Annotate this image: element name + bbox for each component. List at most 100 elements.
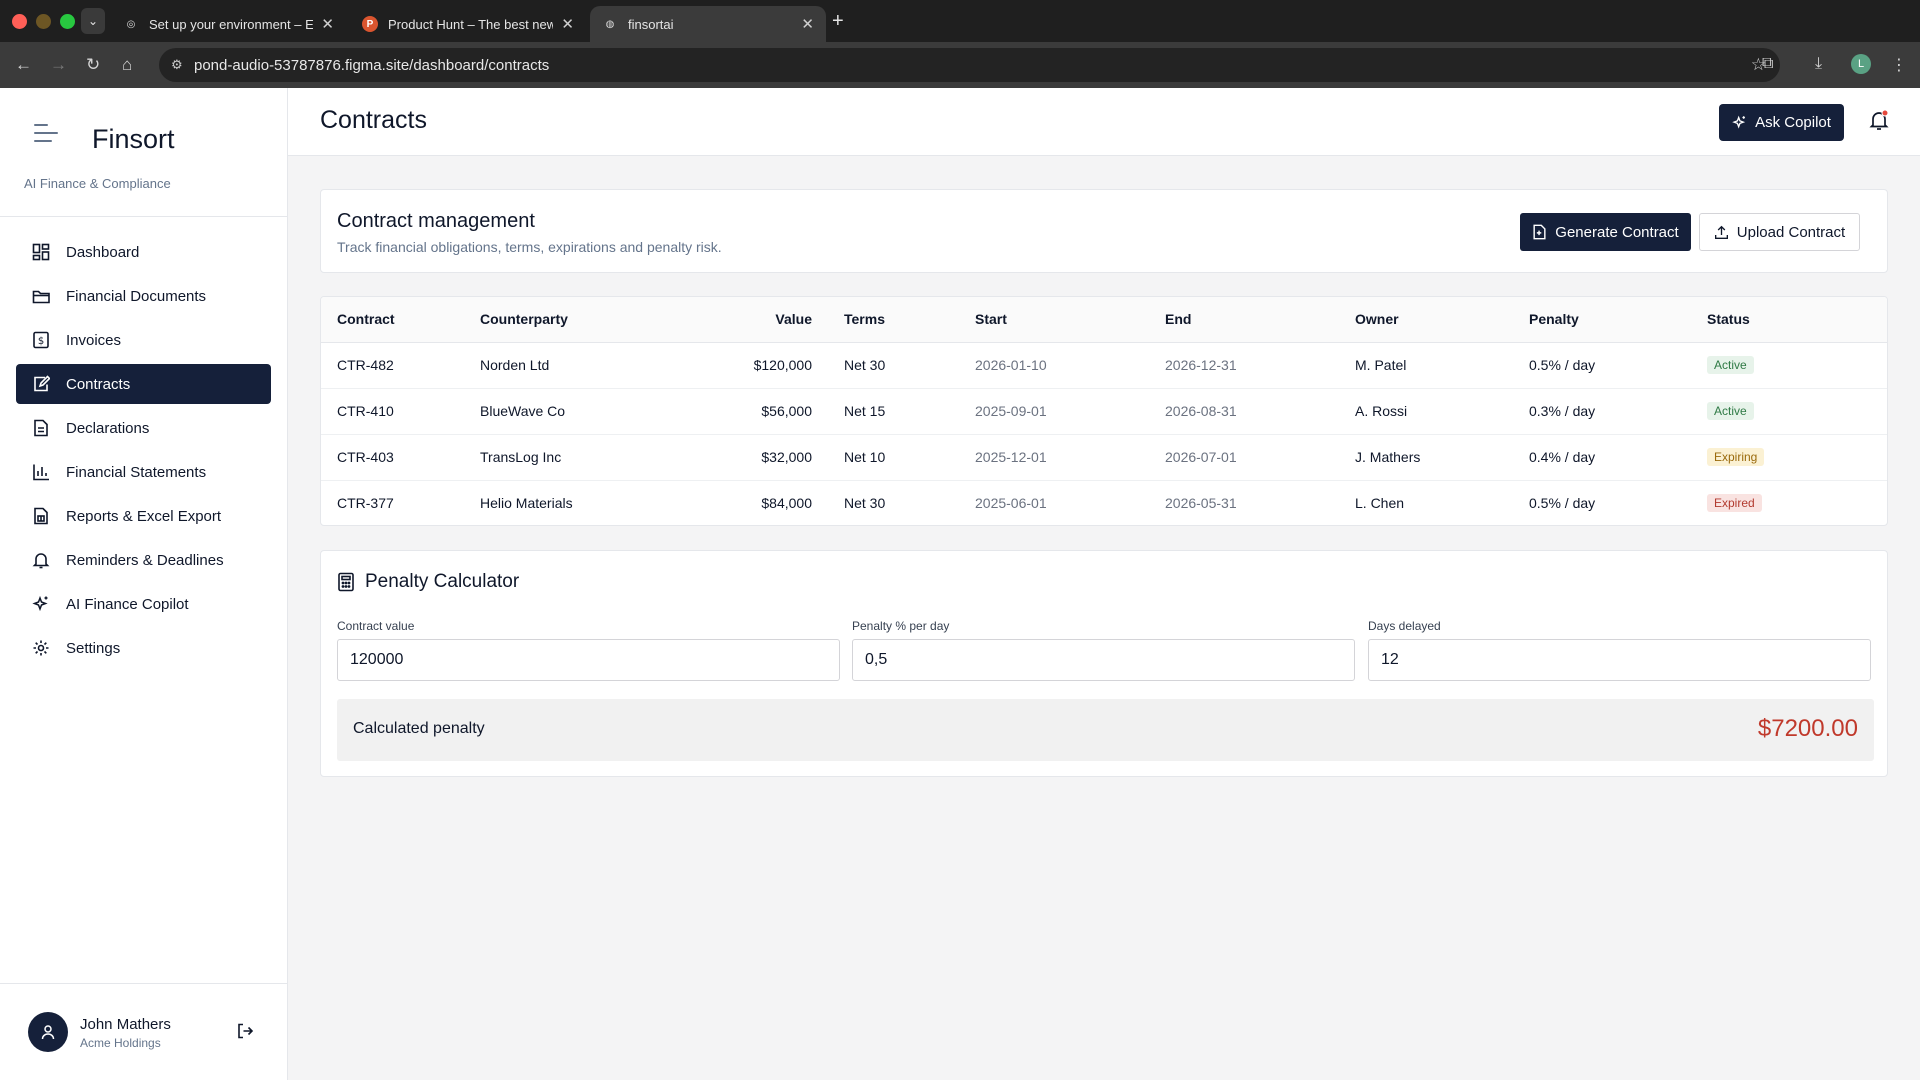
table-row[interactable]: CTR-482 Norden Ltd $120,000 Net 30 2026-… [321, 342, 1887, 389]
cell-owner: A. Rossi [1355, 388, 1529, 435]
extensions-icon[interactable]: ⧉ [1762, 55, 1773, 73]
status-badge: Expired [1707, 494, 1762, 513]
cell-owner: L. Chen [1355, 495, 1405, 512]
notification-bell-icon[interactable] [1868, 109, 1892, 133]
site-settings-icon[interactable]: ⚙ [171, 57, 183, 73]
minimize-window-button[interactable] [36, 14, 51, 29]
column-header-owner[interactable]: Owner [1355, 297, 1529, 343]
url-text: pond-audio-53787876.figma.site/dashboard… [194, 56, 550, 74]
sidebar-item-financial-documents[interactable]: Financial Documents [16, 276, 271, 316]
contract-value-input[interactable]: 120000 [337, 639, 840, 681]
sidebar-item-label: Settings [66, 639, 121, 657]
contracts-table: Contract Counterparty Value Terms Start … [321, 297, 1887, 525]
sidebar-item-reports[interactable]: Reports & Excel Export [16, 496, 271, 536]
document-icon [30, 417, 52, 439]
forward-arrow-icon[interactable]: → [50, 55, 67, 75]
ask-copilot-button[interactable]: Ask Copilot [1719, 104, 1844, 141]
cell-contract: CTR-410 [321, 388, 480, 435]
new-tab-icon[interactable]: + [832, 10, 844, 33]
days-delayed-input[interactable]: 12 [1368, 639, 1871, 681]
column-header-value[interactable]: Value [670, 297, 844, 343]
cell-counterparty: BlueWave Co [480, 388, 670, 435]
cell-end: 2026-12-31 [1165, 342, 1355, 389]
calculated-penalty-value: $7200.00 [1757, 715, 1858, 742]
contract-management-card: Contract management Track financial obli… [320, 189, 1888, 273]
download-icon[interactable]: ⤓ [1815, 55, 1822, 73]
browser-tab-3[interactable]: ◍ finsortai ✕ [590, 6, 826, 42]
status-badge: Expiring [1707, 448, 1765, 466]
cell-value: $56,000 [670, 388, 844, 435]
home-icon[interactable]: ⌂ [122, 55, 132, 75]
user-avatar[interactable] [28, 1012, 68, 1052]
user-org: Acme Holdings [80, 1036, 161, 1050]
calculator-title: Penalty Calculator [365, 571, 520, 592]
browser-tab-2[interactable]: P Product Hunt – The best new ✕ [350, 6, 586, 42]
sidebar-item-contracts[interactable]: Contracts [16, 364, 271, 404]
sidebar-item-declarations[interactable]: Declarations [16, 408, 271, 448]
cell-counterparty: Helio Materials [480, 495, 573, 512]
column-header-start[interactable]: Start [975, 297, 1165, 343]
status-badge: Active [1707, 402, 1754, 420]
table-row[interactable]: CTR-410 BlueWave Co $56,000 Net 15 2025-… [321, 388, 1887, 435]
profile-avatar[interactable]: L [1851, 54, 1871, 74]
cell-start: 2025-12-01 [975, 434, 1165, 481]
column-header-status[interactable]: Status [1707, 297, 1887, 343]
sparkles-icon [1732, 115, 1746, 129]
sidebar-item-label: AI Finance Copilot [66, 595, 189, 613]
sidebar-item-label: Dashboard [66, 243, 140, 261]
browser-tab-1[interactable]: ◎ Set up your environment – Ex ✕ [111, 6, 346, 42]
cell-owner: J. Mathers [1355, 434, 1529, 481]
column-header-penalty[interactable]: Penalty [1529, 297, 1707, 343]
folder-icon [30, 285, 52, 307]
column-header-contract[interactable]: Contract [321, 297, 480, 343]
cell-owner: M. Patel [1355, 342, 1529, 389]
cell-start: 2026-01-10 [975, 342, 1165, 389]
sidebar-item-ai-copilot[interactable]: AI Finance Copilot [16, 584, 271, 624]
menu-icon[interactable] [34, 124, 58, 148]
table-row[interactable]: CTR-403 TransLog Inc $32,000 Net 10 2025… [321, 434, 1887, 481]
reload-icon[interactable]: ↻ [86, 55, 100, 75]
close-tab-icon[interactable]: ✕ [801, 15, 814, 33]
sidebar-item-settings[interactable]: Settings [16, 628, 271, 668]
sidebar-item-dashboard[interactable]: Dashboard [16, 232, 271, 272]
column-header-end[interactable]: End [1165, 297, 1355, 343]
upload-contract-button[interactable]: Upload Contract [1699, 213, 1860, 251]
browser-toolbar: ← → ↻ ⌂ ⚙ pond-audio-53787876.figma.site… [0, 42, 1920, 88]
status-badge: Active [1707, 356, 1754, 374]
contracts-table-card: Contract Counterparty Value Terms Start … [320, 296, 1888, 526]
penalty-calculator-card: Penalty Calculator Contract value 120000… [320, 550, 1888, 777]
calculator-icon [338, 572, 354, 592]
close-tab-icon[interactable]: ✕ [561, 15, 574, 33]
column-header-counterparty[interactable]: Counterparty [480, 297, 670, 343]
close-tab-icon[interactable]: ✕ [321, 15, 334, 33]
column-header-terms[interactable]: Terms [844, 297, 975, 343]
user-name: John Mathers [80, 1016, 171, 1033]
sidebar: Finsort AI Finance & Compliance Dashboar… [0, 88, 288, 1080]
sidebar-item-financial-statements[interactable]: Financial Statements [16, 452, 271, 492]
sidebar-item-reminders[interactable]: Reminders & Deadlines [16, 540, 271, 580]
page-title: Contracts [320, 106, 427, 134]
penalty-percent-input[interactable]: 0,5 [852, 639, 1355, 681]
tab-search-button[interactable]: ⌄ [81, 8, 105, 34]
invoice-icon: $ [30, 329, 52, 351]
address-bar[interactable]: ⚙ pond-audio-53787876.figma.site/dashboa… [159, 48, 1780, 82]
globe-icon: ◎ [126, 18, 136, 30]
sidebar-item-label: Invoices [66, 331, 122, 349]
sidebar-item-label: Contracts [66, 375, 131, 393]
table-row[interactable]: CTR-377 Helio Materials $84,000 Net 30 2… [321, 480, 1887, 525]
days-delayed-label: Days delayed [1368, 619, 1441, 633]
generate-contract-button[interactable]: Generate Contract [1520, 213, 1691, 251]
close-window-button[interactable] [12, 14, 27, 29]
bell-icon [30, 549, 52, 571]
more-menu-icon[interactable]: ⋮ [1891, 55, 1907, 75]
logout-icon[interactable] [236, 1022, 254, 1045]
generate-contract-label: Generate Contract [1555, 223, 1679, 241]
maximize-window-button[interactable] [60, 14, 75, 29]
cell-start: 2025-06-01 [975, 495, 1047, 512]
file-plus-icon [1533, 224, 1546, 240]
back-arrow-icon[interactable]: ← [15, 55, 32, 75]
dashboard-icon [30, 241, 52, 263]
upload-icon [1714, 225, 1728, 239]
cell-contract: CTR-377 [337, 495, 394, 512]
sidebar-item-invoices[interactable]: $ Invoices [16, 320, 271, 360]
